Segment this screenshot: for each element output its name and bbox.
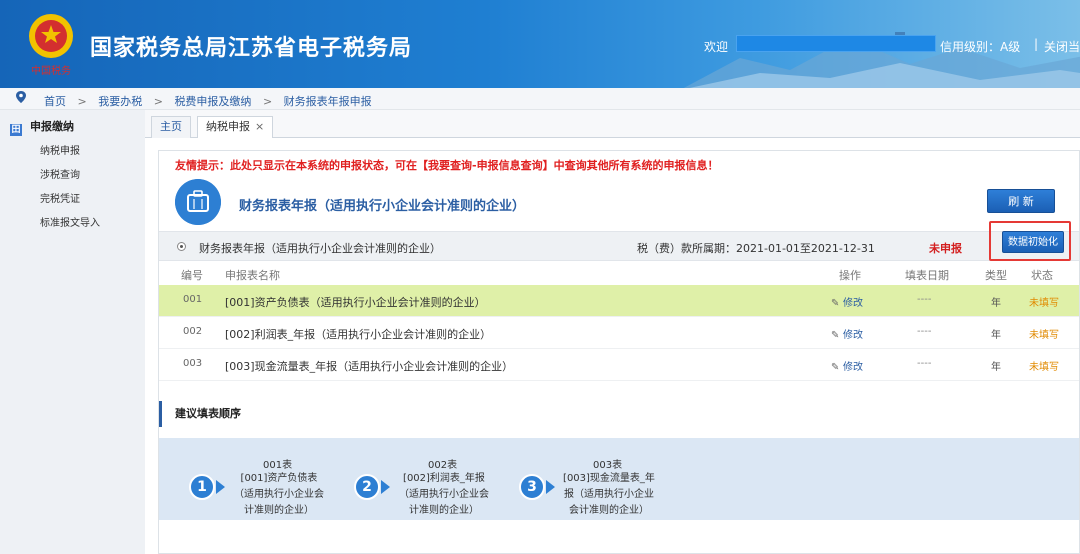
close-icon[interactable]: ×	[255, 120, 264, 133]
pencil-icon: ✎	[831, 330, 840, 341]
main-content: 友情提示：此处只显示在本系统的申报状态，可在【我要查询-申报信息查询】中查询其他…	[158, 150, 1080, 554]
row-type: 年	[991, 330, 1001, 341]
step-code: 002表	[428, 460, 458, 471]
row-no: 001	[183, 294, 203, 305]
chevron-right-icon	[381, 480, 390, 494]
sidebar-header[interactable]: 田申报缴纳	[10, 118, 74, 136]
order-step: 2 002表 [002]利润表_年报（适用执行小企业会计准则的企业）	[324, 438, 489, 520]
site-title: 国家税务总局江苏省电子税务局	[90, 36, 413, 61]
briefcase-icon	[175, 179, 221, 225]
breadcrumb-tax[interactable]: 我要办税	[98, 95, 142, 108]
step-desc: [001]资产负债表（适用执行小企业会计准则的企业）	[234, 473, 324, 516]
breadcrumb-bar: 首页 > 我要办税 > 税费申报及缴纳 > 财务报表年报申报	[0, 88, 1080, 110]
grid-icon: 田	[10, 124, 22, 136]
friendly-tip: 友情提示：此处只显示在本系统的申报状态，可在【我要查询-申报信息查询】中查询其他…	[175, 159, 719, 172]
table-header: 编号 申报表名称 操作 填表日期 类型 状态	[159, 263, 1079, 285]
header-separator: |	[1034, 37, 1039, 51]
welcome-text: 欢迎	[704, 40, 729, 54]
edit-label: 修改	[843, 330, 863, 341]
row-status: 未填写	[1029, 330, 1059, 341]
svg-text:中国税务: 中国税务	[31, 64, 71, 77]
row-name[interactable]: [002]利润表_年报（适用执行小企业会计准则的企业）	[225, 326, 491, 342]
period-bar: 财务报表年报（适用执行小企业会计准则的企业） 税（费）款所属期：2021-01-…	[159, 231, 1079, 261]
row-date: ----	[917, 294, 932, 305]
tab-home[interactable]: 主页	[151, 116, 191, 138]
row-date: ----	[917, 358, 932, 369]
step-code: 003表	[593, 460, 623, 471]
table-row: 003 [003]现金流量表_年报（适用执行小企业会计准则的企业） ✎ 修改 --…	[159, 349, 1079, 381]
refresh-button[interactable]: 刷 新	[987, 189, 1055, 213]
row-type: 年	[991, 298, 1001, 309]
row-no: 003	[183, 358, 203, 369]
edit-label: 修改	[843, 298, 863, 309]
sidebar-item-import[interactable]: 标准报文导入	[40, 214, 100, 229]
row-type: 年	[991, 362, 1001, 373]
col-name: 申报表名称	[225, 269, 280, 282]
step-number: 3	[519, 474, 545, 500]
row-name[interactable]: [003]现金流量表_年报（适用执行小企业会计准则的企业）	[225, 358, 513, 374]
edit-link[interactable]: ✎ 修改	[831, 294, 863, 309]
order-section-title: 建议填表顺序	[159, 401, 241, 427]
breadcrumb-current: 财务报表年报申报	[283, 95, 372, 108]
sidebar: 田申报缴纳 纳税申报 涉税查询 完税凭证 标准报文导入	[0, 110, 145, 554]
row-status: 未填写	[1029, 298, 1059, 309]
breadcrumb-separator: >	[77, 95, 87, 108]
username-redacted	[736, 35, 936, 52]
step-code: 001表	[263, 460, 293, 471]
close-link[interactable]: 关闭当	[1044, 38, 1080, 55]
tab-tax-declare[interactable]: 纳税申报 ×	[197, 116, 274, 138]
period-range: 税（费）款所属期：2021-01-01至2021-12-31	[637, 242, 875, 255]
row-status: 未填写	[1029, 362, 1059, 373]
chevron-right-icon	[546, 480, 555, 494]
tab-bar: 主页 纳税申报 ×	[145, 110, 1080, 138]
col-date: 填表日期	[905, 269, 949, 282]
tab-tax-declare-label: 纳税申报	[206, 120, 250, 133]
edit-link[interactable]: ✎ 修改	[831, 358, 863, 373]
table-row: 001 [001]资产负债表（适用执行小企业会计准则的企业） ✎ 修改 ---- …	[159, 285, 1079, 317]
breadcrumb-home[interactable]: 首页	[44, 95, 66, 108]
sidebar-item-certificate[interactable]: 完税凭证	[40, 190, 80, 205]
order-step: 3 003表 [003]现金流量表_年报（适用执行小企业会计准则的企业）	[489, 438, 655, 520]
col-status: 状态	[1031, 269, 1053, 282]
pencil-icon: ✎	[831, 362, 840, 373]
step-number: 1	[189, 474, 215, 500]
sidebar-item-query[interactable]: 涉税查询	[40, 166, 80, 181]
breadcrumb-separator: >	[153, 95, 163, 108]
chevron-right-icon	[216, 480, 225, 494]
tab-home-label: 主页	[160, 120, 182, 133]
breadcrumb-separator: >	[262, 95, 273, 108]
step-desc: [003]现金流量表_年报（适用执行小企业会计准则的企业）	[563, 473, 655, 516]
table-row: 002 [002]利润表_年报（适用执行小企业会计准则的企业） ✎ 修改 ----…	[159, 317, 1079, 349]
row-name[interactable]: [001]资产负债表（适用执行小企业会计准则的企业）	[225, 294, 486, 310]
data-init-button[interactable]: 数据初始化	[1002, 231, 1064, 253]
order-steps-panel: 1 001表 [001]资产负债表（适用执行小企业会计准则的企业） 2 002表…	[159, 438, 1079, 520]
credit-level: 信用级别：A级	[940, 40, 1021, 54]
period-label: 财务报表年报（适用执行小企业会计准则的企业）	[199, 242, 441, 255]
breadcrumb: 首页 > 我要办税 > 税费申报及缴纳 > 财务报表年报申报	[44, 93, 380, 109]
step-number: 2	[354, 474, 380, 500]
col-op: 操作	[839, 269, 861, 282]
pencil-icon: ✎	[831, 298, 840, 309]
col-type: 类型	[985, 269, 1007, 282]
step-desc: [002]利润表_年报（适用执行小企业会计准则的企业）	[399, 473, 489, 516]
declare-status: 未申报	[929, 242, 962, 255]
row-no: 002	[183, 326, 203, 337]
tax-emblem-icon: 中国税务	[29, 14, 73, 77]
sidebar-item-declare[interactable]: 纳税申报	[40, 142, 80, 157]
edit-link[interactable]: ✎ 修改	[831, 326, 863, 341]
edit-label: 修改	[843, 362, 863, 373]
period-radio[interactable]	[177, 242, 186, 251]
sidebar-header-label: 申报缴纳	[30, 120, 74, 133]
location-pin-icon	[16, 91, 26, 103]
order-step: 1 001表 [001]资产负债表（适用执行小企业会计准则的企业）	[159, 438, 324, 520]
row-date: ----	[917, 326, 932, 337]
breadcrumb-declare[interactable]: 税费申报及缴纳	[174, 95, 251, 108]
top-header: 中国税务 国家税务总局江苏省电子税务局 欢迎 信用级别：A级 | 关闭当	[0, 0, 1080, 88]
col-no: 编号	[181, 269, 203, 282]
page-title: 财务报表年报（适用执行小企业会计准则的企业）	[239, 199, 526, 214]
